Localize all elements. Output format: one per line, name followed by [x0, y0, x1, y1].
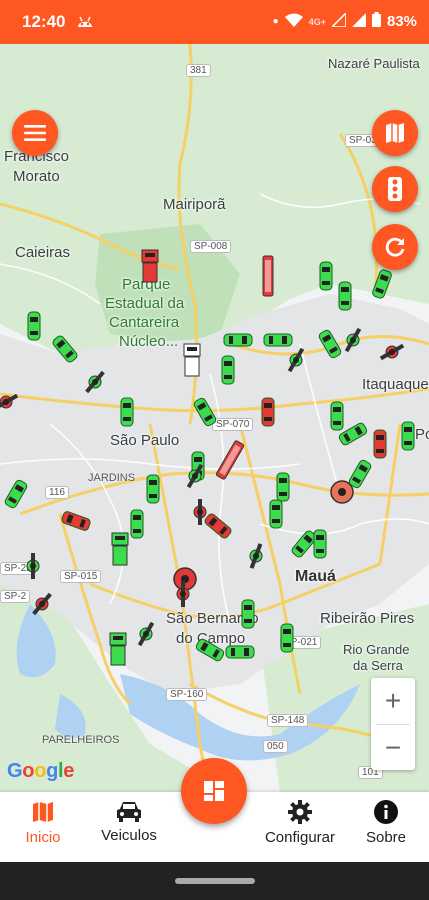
traffic-button[interactable]	[372, 166, 418, 212]
road-381: 381	[186, 64, 211, 77]
car-marker-icon[interactable]	[261, 397, 275, 427]
road-sp2: SP-2	[0, 590, 31, 603]
zoom-controls: + −	[371, 678, 415, 770]
car-marker-icon[interactable]	[401, 421, 415, 451]
map-view[interactable]: Nazaré Paulista Francisco Morato Mairipo…	[0, 44, 429, 792]
car-marker-icon[interactable]	[130, 509, 144, 539]
car-marker-icon[interactable]	[338, 281, 352, 311]
info-icon	[374, 800, 398, 824]
car-marker-icon[interactable]	[225, 645, 255, 659]
car-icon	[117, 802, 141, 822]
label-parque-2: Estadual da	[105, 295, 185, 312]
car-marker-icon[interactable]	[120, 397, 134, 427]
label-caieiras: Caieiras	[15, 244, 71, 261]
status-time: 12:40	[22, 12, 66, 31]
zoom-out-button[interactable]: −	[371, 725, 415, 771]
nav-configurar-label: Configurar	[264, 829, 336, 846]
car-marker-icon[interactable]	[27, 311, 41, 341]
car-marker-icon[interactable]	[146, 474, 160, 504]
label-ribeirao: Ribeirão Pires	[320, 610, 415, 627]
car-marker-icon[interactable]	[373, 429, 387, 459]
moto-marker-icon[interactable]	[176, 581, 190, 607]
label-parelheiros: PARELHEIROS	[42, 734, 120, 746]
label-morato: Morato	[13, 168, 60, 185]
car-marker-icon[interactable]	[221, 355, 235, 385]
road-sp008: SP-008	[190, 240, 232, 253]
road-sp148: SP-148	[267, 714, 309, 727]
pin-marker-icon[interactable]	[329, 479, 355, 505]
label-parque-4: Núcleo...	[119, 333, 179, 350]
map-icon	[33, 802, 53, 822]
signal-icon-2	[351, 12, 366, 31]
car-marker-icon[interactable]	[263, 333, 293, 347]
label-maua: Mauá	[295, 568, 336, 585]
car-marker-icon[interactable]	[223, 333, 253, 347]
label-rio-grande-2: da Serra	[353, 658, 403, 673]
car-marker-icon[interactable]	[276, 472, 290, 502]
dashboard-icon	[204, 781, 224, 801]
truck-marker-icon[interactable]	[109, 632, 127, 666]
label-itaquaque: Itaquaque	[362, 376, 429, 393]
moto-marker-icon[interactable]	[26, 553, 40, 579]
road-sp160: SP-160	[166, 688, 208, 701]
nav-sobre[interactable]: Sobre	[341, 800, 429, 846]
label-rio-grande-1: Rio Grande	[343, 642, 410, 657]
status-icons: ● 4G+ 83%	[272, 10, 417, 31]
bus-marker-icon[interactable]	[262, 255, 274, 297]
battery-level: 83%	[386, 13, 417, 30]
nav-veiculos-label: Veiculos	[101, 827, 157, 844]
label-sao-paulo: São Paulo	[110, 432, 180, 449]
car-marker-icon[interactable]	[313, 529, 327, 559]
nav-sobre-label: Sobre	[365, 829, 407, 846]
label-jardins: JARDINS	[88, 472, 136, 484]
label-parque-3: Cantareira	[109, 314, 180, 331]
car-marker-icon[interactable]	[319, 261, 333, 291]
gesture-bar	[0, 862, 429, 900]
map-icon	[386, 123, 404, 143]
refresh-icon	[385, 237, 405, 257]
refresh-button[interactable]	[372, 224, 418, 270]
car-marker-icon[interactable]	[241, 599, 255, 629]
road-050: 050	[263, 740, 288, 753]
nav-inicio[interactable]: Inicio	[0, 800, 88, 846]
truck-marker-icon[interactable]	[141, 249, 159, 283]
nav-veiculos[interactable]: Veiculos	[84, 800, 174, 844]
traffic-light-icon	[388, 177, 402, 201]
status-bar: 12:40 ● 4G+ 83%	[0, 0, 429, 44]
label-po: Po	[415, 426, 429, 443]
wifi-icon	[284, 13, 303, 31]
hamburger-icon	[24, 125, 46, 141]
signal-icon	[330, 10, 347, 31]
dashboard-button[interactable]	[181, 758, 247, 824]
gear-icon	[288, 800, 312, 824]
truck-marker-icon[interactable]	[183, 343, 201, 377]
zoom-in-button[interactable]: +	[371, 678, 415, 724]
google-logo: Google	[7, 760, 75, 782]
dot-icon: ●	[272, 16, 279, 27]
android-debug-icon	[76, 13, 94, 34]
battery-icon	[371, 12, 381, 31]
network-type: 4G+	[308, 16, 326, 27]
car-marker-icon[interactable]	[269, 499, 283, 529]
road-116: 116	[45, 486, 69, 499]
car-marker-icon[interactable]	[280, 623, 294, 653]
map-type-button[interactable]	[372, 110, 418, 156]
truck-marker-icon[interactable]	[111, 532, 129, 566]
nav-inicio-label: Inicio	[25, 829, 61, 846]
road-sp015: SP-015	[60, 570, 102, 583]
car-marker-icon[interactable]	[330, 401, 344, 431]
label-mairipora: Mairiporã	[163, 196, 226, 213]
nav-configurar[interactable]: Configurar	[255, 800, 345, 846]
home-indicator[interactable]	[175, 878, 255, 884]
menu-button[interactable]	[12, 110, 58, 156]
label-nazare: Nazaré Paulista	[328, 56, 420, 71]
